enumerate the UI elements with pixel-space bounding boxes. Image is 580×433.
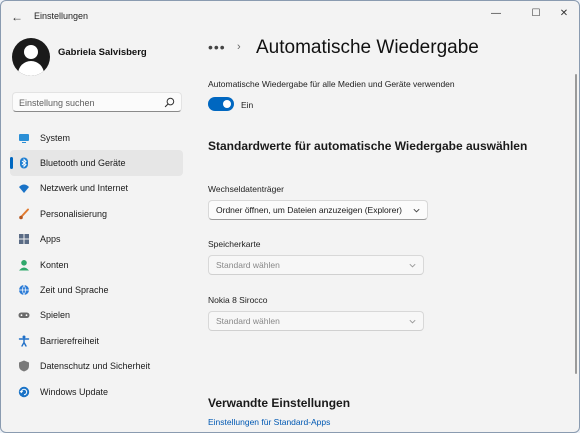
removable-drive-dropdown[interactable]: Ordner öffnen, um Dateien anzuzeigen (Ex… xyxy=(208,200,428,220)
chevron-down-icon xyxy=(413,208,420,213)
maximize-button[interactable]: ☐ xyxy=(523,4,549,22)
sidebar-item-label: System xyxy=(40,132,71,143)
toggle-state-label: Ein xyxy=(241,100,254,110)
search-input[interactable] xyxy=(19,96,159,109)
sidebar-item-label: Bluetooth und Geräte xyxy=(40,158,126,169)
sidebar-item-system[interactable]: System xyxy=(10,125,183,150)
search-box[interactable] xyxy=(12,92,182,112)
gamepad-icon xyxy=(18,309,30,321)
title-bar: ← Einstellungen — ☐ ✕ xyxy=(1,1,579,31)
section-title: Standardwerte für automatische Wiedergab… xyxy=(208,139,528,153)
back-button[interactable]: ← xyxy=(9,9,25,25)
app-title: Einstellungen xyxy=(34,11,89,21)
breadcrumb-more-button[interactable]: ••• xyxy=(208,39,226,55)
account-icon xyxy=(18,259,30,271)
sidebar-item-spielen[interactable]: Spielen xyxy=(10,303,183,328)
search-icon[interactable] xyxy=(164,97,175,108)
sidebar-item-label: Windows Update xyxy=(40,386,109,397)
scrollbar[interactable] xyxy=(575,74,577,374)
chevron-down-icon xyxy=(409,319,416,324)
brush-icon xyxy=(18,208,30,220)
sidebar-item-label: Konten xyxy=(40,259,69,270)
sidebar-nav: System Bluetooth und Geräte Netzwerk und I… xyxy=(10,125,183,404)
apps-icon xyxy=(18,233,30,245)
sidebar-item-label: Zeit und Sprache xyxy=(40,285,109,296)
minimize-button[interactable]: — xyxy=(483,4,509,22)
sidebar-item-windows-update[interactable]: Windows Update xyxy=(10,379,183,404)
settings-window: ← Einstellungen — ☐ ✕ Gabriela Salvisber… xyxy=(0,0,580,433)
sidebar-item-datenschutz-und-sicherheit[interactable]: Datenschutz und Sicherheit xyxy=(10,354,183,379)
back-arrow-icon: ← xyxy=(11,10,23,24)
sidebar-item-konten[interactable]: Konten xyxy=(10,252,183,277)
close-button[interactable]: ✕ xyxy=(551,4,577,22)
accessibility-icon xyxy=(18,335,30,347)
sidebar-item-personalisierung[interactable]: Personalisierung xyxy=(10,201,183,226)
avatar-body xyxy=(18,61,44,76)
default-apps-link[interactable]: Einstellungen für Standard-Apps xyxy=(208,417,330,427)
dropdown-value: Ordner öffnen, um Dateien anzuzeigen (Ex… xyxy=(216,205,402,215)
sidebar-item-barrierefreiheit[interactable]: Barrierefreiheit xyxy=(10,328,183,353)
sidebar-item-label: Datenschutz und Sicherheit xyxy=(40,361,151,372)
device-label-memory-card: Speicherkarte xyxy=(208,239,261,249)
minimize-icon: — xyxy=(491,7,501,19)
avatar-head xyxy=(24,45,38,59)
sidebar-item-label: Spielen xyxy=(40,310,71,321)
device-label-removable: Wechseldatenträger xyxy=(208,184,284,194)
toggle-knob xyxy=(223,100,231,108)
bluetooth-icon xyxy=(18,157,30,169)
sidebar-item-label: Personalisierung xyxy=(40,208,108,219)
sidebar-item-bluetooth-und-geräte[interactable]: Bluetooth und Geräte xyxy=(10,150,183,176)
related-settings-title: Verwandte Einstellungen xyxy=(208,396,351,410)
close-icon: ✕ xyxy=(559,7,569,19)
avatar[interactable] xyxy=(12,38,50,76)
update-icon xyxy=(18,386,30,398)
sidebar-item-label: Netzwerk und Internet xyxy=(40,183,129,194)
autoplay-label: Automatische Wiedergabe für alle Medien … xyxy=(208,79,455,89)
autoplay-toggle[interactable] xyxy=(208,97,234,111)
system-icon xyxy=(18,132,30,144)
user-name: Gabriela Salvisberg xyxy=(58,47,147,58)
sidebar-item-zeit-und-sprache[interactable]: Zeit und Sprache xyxy=(10,277,183,302)
sidebar-item-label: Apps xyxy=(40,234,61,245)
device-label-phone: Nokia 8 Sirocco xyxy=(208,295,268,305)
globe-clock-icon xyxy=(18,284,30,296)
breadcrumb-separator: › xyxy=(237,41,241,53)
memory-card-dropdown[interactable]: Standard wählen xyxy=(208,255,424,275)
sidebar-item-apps[interactable]: Apps xyxy=(10,227,183,252)
sidebar-item-netzwerk-und-internet[interactable]: Netzwerk und Internet xyxy=(10,176,183,201)
dropdown-value: Standard wählen xyxy=(216,316,280,326)
dropdown-value: Standard wählen xyxy=(216,260,280,270)
chevron-down-icon xyxy=(409,263,416,268)
phone-dropdown[interactable]: Standard wählen xyxy=(208,311,424,331)
wifi-icon xyxy=(18,182,30,194)
maximize-icon: ☐ xyxy=(531,7,541,19)
shield-icon xyxy=(18,360,30,372)
page-title: Automatische Wiedergabe xyxy=(256,37,479,58)
sidebar-item-label: Barrierefreiheit xyxy=(40,335,100,346)
